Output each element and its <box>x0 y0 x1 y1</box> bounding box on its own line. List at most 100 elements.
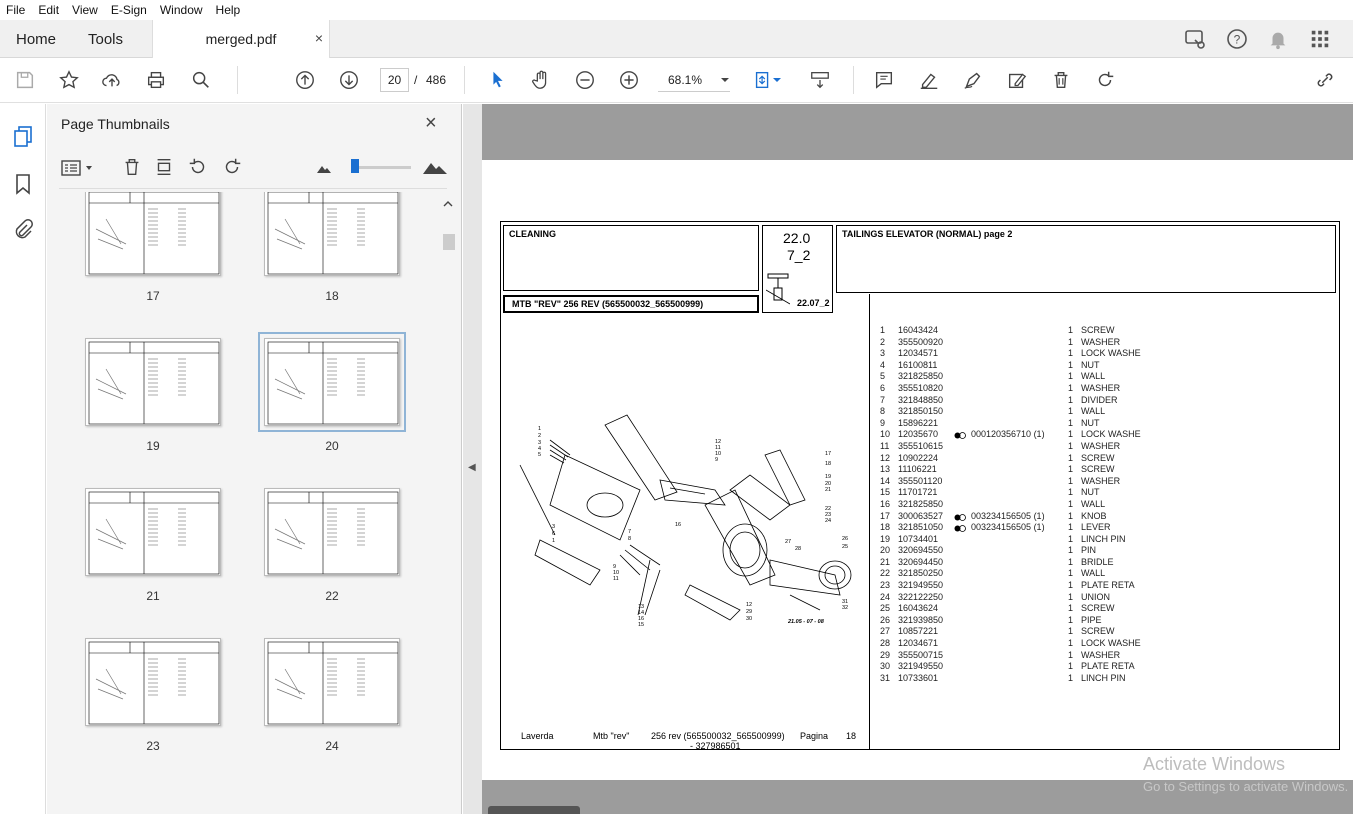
thumbnail-options-icon[interactable] <box>61 158 95 181</box>
scrollbar-thumb[interactable] <box>443 234 455 250</box>
zoom-out-icon[interactable] <box>573 68 597 92</box>
part-quantity: 1 <box>1068 498 1074 509</box>
notification-bell-icon[interactable] <box>1267 20 1289 58</box>
part-quantity: 1 <box>1068 580 1074 591</box>
part-quantity: 1 <box>1068 348 1074 359</box>
zoom-value: 68.1% <box>668 72 703 87</box>
thumbnail-size-slider[interactable] <box>351 159 411 173</box>
menu-help[interactable]: Help <box>216 3 241 17</box>
menu-file[interactable]: File <box>6 3 25 17</box>
exploded-parts-diagram: 12345 361 78 91011 13141615 1211109 1718… <box>519 414 852 628</box>
menu-edit[interactable]: Edit <box>38 3 59 17</box>
small-mountain-icon[interactable] <box>317 162 331 177</box>
thumbnail-page-number: 22 <box>325 589 339 603</box>
redo-rotate-icon[interactable] <box>1093 68 1117 92</box>
close-panel-icon[interactable]: × <box>425 112 437 135</box>
print-icon[interactable] <box>144 68 168 92</box>
svg-text:3: 3 <box>552 524 555 530</box>
fit-dropdown-chevron-icon[interactable] <box>771 68 783 92</box>
page-thumbnail[interactable] <box>85 338 221 426</box>
part-index: 4 <box>880 359 886 370</box>
thumbnail-scrollbar[interactable] <box>441 196 455 814</box>
part-note: 003234156505 (1) <box>971 510 1045 521</box>
footer-model: Mtb "rev" <box>593 731 630 741</box>
page-thumbnail[interactable] <box>264 488 400 576</box>
parts-row: 18 321851050 003234156505 (1) 1 LEVER <box>878 522 1338 534</box>
page-thumbnail[interactable] <box>258 332 406 432</box>
svg-text:18: 18 <box>825 461 831 467</box>
save-icon[interactable] <box>13 68 37 92</box>
parts-row: 9 15896221 1 NUT <box>878 418 1338 430</box>
part-code: 355500715 <box>898 649 944 660</box>
section-code-1: 22.0 <box>783 230 811 246</box>
tab-tools[interactable]: Tools <box>88 20 123 58</box>
part-quantity: 1 <box>1068 638 1074 649</box>
part-code: 321949550 <box>898 661 944 672</box>
next-page-icon[interactable] <box>337 68 361 92</box>
previous-page-icon[interactable] <box>293 68 317 92</box>
part-description: PIPE <box>1081 614 1102 625</box>
highlight-pen-icon[interactable] <box>917 68 941 92</box>
scroll-mode-icon[interactable] <box>808 68 832 92</box>
rotate-left-icon[interactable] <box>187 156 209 181</box>
page-number-input[interactable]: 20 <box>380 68 409 92</box>
column-divider <box>869 294 870 750</box>
page-thumbnails-icon[interactable] <box>11 124 35 151</box>
slider-handle[interactable] <box>351 159 359 173</box>
comment-icon[interactable] <box>872 68 896 92</box>
bookmarks-icon[interactable] <box>12 172 34 199</box>
apps-grid-icon[interactable] <box>1309 20 1331 58</box>
zoom-select[interactable]: 68.1% <box>658 68 730 92</box>
zoom-in-icon[interactable] <box>617 68 641 92</box>
part-index: 6 <box>880 382 886 393</box>
parts-row: 6 355510820 1 WASHER <box>878 383 1338 395</box>
tab-bar: Home Tools merged.pdf × ? <box>0 20 1353 58</box>
part-description: NUT <box>1081 417 1100 428</box>
share-screen-icon[interactable] <box>1183 20 1207 58</box>
share-link-icon[interactable] <box>1313 68 1337 92</box>
edit-text-icon[interactable] <box>1005 68 1029 92</box>
part-code: 12034571 <box>898 348 939 359</box>
delete-page-icon[interactable] <box>121 156 143 181</box>
help-icon[interactable]: ? <box>1225 20 1249 58</box>
sign-pen-icon[interactable] <box>961 68 985 92</box>
upload-cloud-icon[interactable] <box>100 68 124 92</box>
rotate-right-icon[interactable] <box>221 156 243 181</box>
scroll-up-icon[interactable] <box>441 198 455 210</box>
svg-text:9: 9 <box>715 457 718 463</box>
parts-row: 30 321949550 1 PLATE RETA <box>878 661 1338 673</box>
tab-document-label: merged.pdf <box>205 31 277 47</box>
attachments-paperclip-icon[interactable] <box>11 218 35 245</box>
tab-document[interactable]: merged.pdf × <box>152 20 330 58</box>
thumbnail-page-number: 17 <box>146 289 160 303</box>
large-mountain-icon[interactable] <box>423 157 447 178</box>
menu-esign[interactable]: E-Sign <box>111 3 147 17</box>
tab-home[interactable]: Home <box>16 20 56 58</box>
parts-row: 24 322122250 1 UNION <box>878 592 1338 604</box>
part-index: 10 <box>880 429 891 440</box>
parts-row: 2 355500920 1 WASHER <box>878 337 1338 349</box>
collapse-panel-icon[interactable]: ◀ <box>468 462 476 473</box>
part-code: 11106221 <box>898 464 937 475</box>
part-index: 25 <box>880 603 891 614</box>
thumbnail-page-number: 21 <box>146 589 160 603</box>
page-thumbnail[interactable] <box>85 638 221 726</box>
page-thumbnail[interactable] <box>264 638 400 726</box>
menu-window[interactable]: Window <box>160 3 203 17</box>
extract-page-icon[interactable] <box>153 156 175 181</box>
hand-tool-icon[interactable] <box>529 68 553 92</box>
page-thumbnail[interactable] <box>264 192 400 276</box>
part-description: LINCH PIN <box>1081 533 1126 544</box>
bookmark-star-icon[interactable] <box>57 68 81 92</box>
part-description: WALL <box>1081 568 1106 579</box>
menu-view[interactable]: View <box>72 3 98 17</box>
part-quantity: 1 <box>1068 336 1074 347</box>
parts-row: 26 321939850 1 PIPE <box>878 615 1338 627</box>
page-thumbnail[interactable] <box>85 488 221 576</box>
delete-trash-icon[interactable] <box>1049 68 1073 92</box>
page-thumbnail[interactable] <box>85 192 221 276</box>
close-tab-icon[interactable]: × <box>315 30 323 46</box>
search-zoom-icon[interactable] <box>189 68 213 92</box>
select-cursor-icon[interactable] <box>486 68 510 92</box>
thumbnail-page-number: 19 <box>146 439 160 453</box>
